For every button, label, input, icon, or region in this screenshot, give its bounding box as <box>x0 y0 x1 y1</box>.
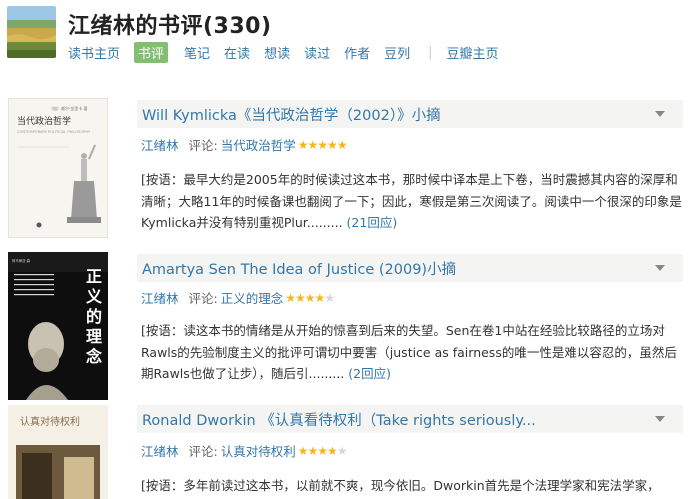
star-filled-icon: ★ <box>317 137 328 152</box>
star-filled-icon: ★ <box>307 443 319 458</box>
review-meta: 江绪林 评论: 正义的理念 ★ ★ ★ ★ ★ <box>141 288 335 307</box>
star-filled-icon: ★ <box>297 137 309 152</box>
nav-reading[interactable]: 在读 <box>224 43 250 62</box>
replies-link[interactable]: (21回应) <box>347 215 398 230</box>
review-excerpt: [按语：最早大约是2005年的时候读过这本书，那时候中译本是上下卷，当时震撼其内… <box>141 169 686 234</box>
review-title-bar[interactable]: Will Kymlicka《当代政治哲学（2002）》小摘 <box>137 100 683 128</box>
review-meta: 江绪林 评论: 认真对待权利 ★ ★ ★ ★ ★ <box>141 441 348 460</box>
cover-author: 〔加〕威尔·金里卡 著 <box>49 105 88 111</box>
book-cover[interactable]: 当代政治哲学 〔加〕威尔·金里卡 著 CONTEMPORARY POLITICA… <box>8 98 108 238</box>
nav-reviews[interactable]: 书评 <box>134 42 169 63</box>
book-cover[interactable]: 阿马蒂亚·森 正 义 的 理 念 <box>8 252 108 400</box>
star-filled-icon: ★ <box>317 443 328 458</box>
svg-text:念: 念 <box>85 347 103 366</box>
star-filled-icon: ★ <box>307 137 319 152</box>
rating-stars: ★ ★ ★ ★ ★ <box>285 290 335 305</box>
page-header: 江绪林的书评(330) 读书主页 书评 笔记 在读 想读 读过 作者 豆列 | … <box>0 0 699 70</box>
excerpt-text: [按语：最早大约是2005年的时候读过这本书，那时候中译本是上下卷，当时震撼其内… <box>141 172 682 230</box>
nav-separator: | <box>428 45 433 60</box>
review-label: 评论: <box>188 138 218 153</box>
star-filled-icon: ★ <box>295 290 306 305</box>
star-filled-icon: ★ <box>336 137 348 152</box>
expand-arrow-icon[interactable] <box>655 111 665 117</box>
nav-read[interactable]: 读过 <box>304 43 330 62</box>
avatar[interactable] <box>7 6 56 58</box>
cover-subtitle: CONTEMPORARY POLITICAL PHILOSOPHY <box>17 130 91 134</box>
replies-link[interactable]: (2回应) <box>348 366 391 381</box>
nav-authors[interactable]: 作者 <box>344 43 370 62</box>
nav-douban-home[interactable]: 豆瓣主页 <box>447 43 499 62</box>
nav-reading-home[interactable]: 读书主页 <box>68 43 120 62</box>
reviewer-link[interactable]: 江绪林 <box>141 288 179 307</box>
review-excerpt: [按语：多年前读过这本书，以前就不爽，现今依旧。Dworkin首先是个法理学家和… <box>141 475 686 497</box>
review-label: 评论: <box>188 444 218 459</box>
svg-text:义: 义 <box>86 287 102 306</box>
review-meta: 江绪林 评论: 当代政治哲学 ★ ★ ★ ★ ★ <box>141 135 348 154</box>
star-empty-icon: ★ <box>336 443 348 458</box>
cover-title: 认真对待权利 <box>20 415 80 428</box>
reviewer-link[interactable]: 江绪林 <box>141 135 179 154</box>
review-title-link[interactable]: Will Kymlicka《当代政治哲学（2002）》小摘 <box>142 104 441 125</box>
review-title-link[interactable]: Amartya Sen The Idea of Justice (2009)小摘 <box>142 258 456 279</box>
rating-stars: ★ ★ ★ ★ ★ <box>297 443 348 458</box>
book-link[interactable]: 正义的理念 <box>221 288 284 307</box>
cover-author: 阿马蒂亚·森 <box>12 258 31 263</box>
nav-doulist[interactable]: 豆列 <box>384 43 410 62</box>
review-title-bar[interactable]: Ronald Dworkin 《认真看待权利（Take rights serio… <box>137 405 683 433</box>
review-title-link[interactable]: Ronald Dworkin 《认真看待权利（Take rights serio… <box>142 409 536 430</box>
review-title-bar[interactable]: Amartya Sen The Idea of Justice (2009)小摘 <box>137 254 683 282</box>
review-label: 评论: <box>188 291 218 306</box>
book-link[interactable]: 认真对待权利 <box>221 441 296 460</box>
star-filled-icon: ★ <box>327 137 338 152</box>
review-excerpt: [按语：读这本书的情绪是从开始的惊喜到后来的失望。Sen在卷1中站在经验比较路径… <box>141 320 686 385</box>
expand-arrow-icon[interactable] <box>655 265 665 271</box>
nav-wish[interactable]: 想读 <box>264 43 290 62</box>
book-cover[interactable]: 认真对待权利 <box>8 405 108 499</box>
reviewer-link[interactable]: 江绪林 <box>141 441 179 460</box>
nav-notes[interactable]: 笔记 <box>184 43 210 62</box>
star-filled-icon: ★ <box>314 290 326 305</box>
star-filled-icon: ★ <box>297 443 309 458</box>
page-title: 江绪林的书评(330) <box>68 14 272 39</box>
rating-stars: ★ ★ ★ ★ ★ <box>297 137 348 152</box>
excerpt-text: [按语：多年前读过这本书，以前就不爽，现今依旧。Dworkin首先是个法理学家和… <box>141 478 660 493</box>
cover-title: 当代政治哲学 <box>17 115 71 127</box>
star-filled-icon: ★ <box>327 443 338 458</box>
profile-nav: 读书主页 书评 笔记 在读 想读 读过 作者 豆列 | 豆瓣主页 <box>68 42 513 63</box>
star-filled-icon: ★ <box>304 290 316 305</box>
svg-text:正: 正 <box>86 267 102 286</box>
svg-text:的: 的 <box>86 307 102 326</box>
svg-text:理: 理 <box>86 327 102 346</box>
expand-arrow-icon[interactable] <box>655 416 665 422</box>
excerpt-text: [按语：读这本书的情绪是从开始的惊喜到后来的失望。Sen在卷1中站在经验比较路径… <box>141 323 677 381</box>
star-empty-icon: ★ <box>324 290 335 305</box>
star-filled-icon: ★ <box>285 290 296 305</box>
book-link[interactable]: 当代政治哲学 <box>221 135 296 154</box>
